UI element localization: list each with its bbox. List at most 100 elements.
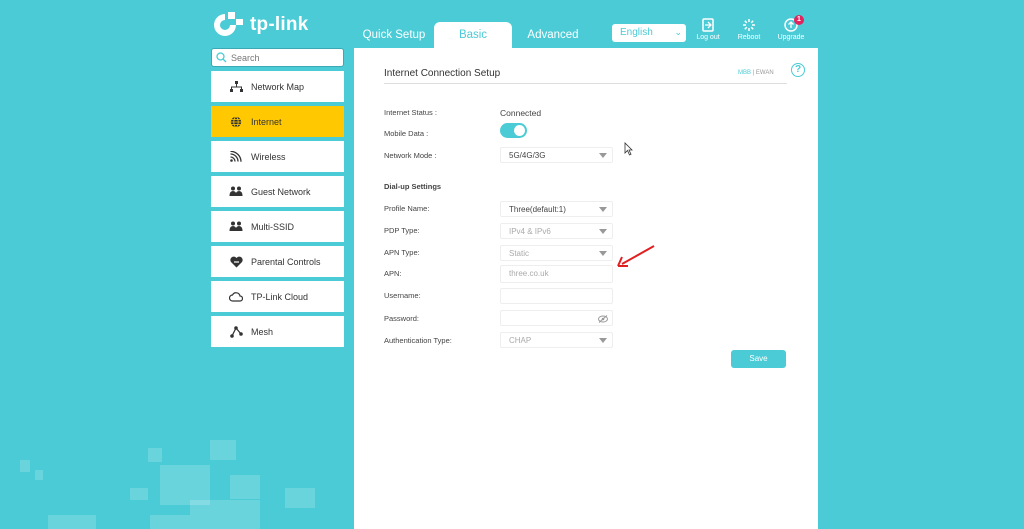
chevron-down-icon: ⌄ [674, 27, 682, 37]
sidebar-item-label: Parental Controls [251, 256, 321, 267]
language-select[interactable]: English ⌄ [612, 24, 686, 42]
sidebar: Search Network Map Internet Wireless Gue… [211, 48, 344, 347]
logout-button[interactable]: Log out [693, 18, 723, 41]
decorative-square [148, 448, 162, 462]
profile-name-value: Three(default:1) [509, 205, 566, 214]
cloud-icon [229, 290, 243, 304]
decorative-square [35, 470, 43, 480]
pdp-type-label: PDP Type: [384, 226, 420, 235]
sidebar-item-internet[interactable]: Internet [211, 106, 344, 137]
sidebar-item-guest-network[interactable]: Guest Network [211, 176, 344, 207]
eye-icon [598, 315, 608, 323]
mouse-cursor-icon [624, 142, 633, 156]
network-mode-label: Network Mode : [384, 151, 437, 160]
logo-text: tp-link [250, 14, 309, 35]
password-input[interactable] [500, 310, 613, 326]
decorative-square [20, 460, 30, 472]
mode-mbb-link[interactable]: MBB [738, 70, 751, 76]
globe-icon [229, 115, 243, 129]
dropdown-arrow-icon [599, 153, 607, 158]
dropdown-arrow-icon [599, 338, 607, 343]
tp-link-logo-icon [212, 10, 246, 40]
sidebar-item-label: TP-Link Cloud [251, 291, 309, 302]
username-input[interactable] [500, 288, 613, 304]
apn-value: three.co.uk [509, 269, 549, 278]
upgrade-button[interactable]: 1 Upgrade [776, 15, 806, 41]
network-mode-value: 5G/4G/3G [509, 151, 546, 160]
decorative-square [230, 475, 260, 499]
upgrade-label: Upgrade [777, 34, 805, 41]
search-box[interactable]: Search [211, 48, 344, 67]
password-label: Password: [384, 314, 420, 323]
tab-quick-setup[interactable]: Quick Setup [354, 22, 434, 48]
sidebar-item-mesh[interactable]: Mesh [211, 316, 344, 347]
main-panel: Internet Connection Setup MBB | EWAN ? I… [354, 48, 818, 529]
sidebar-item-label: Internet [251, 116, 282, 127]
annotation-arrow [617, 245, 655, 267]
decorative-square [150, 515, 190, 529]
dropdown-arrow-icon [599, 251, 607, 256]
decorative-square [285, 488, 315, 508]
pdp-type-value: IPv4 & IPv6 [509, 227, 551, 236]
logout-icon [702, 18, 714, 32]
search-icon [216, 52, 227, 63]
pdp-type-select[interactable]: IPv4 & IPv6 [500, 223, 613, 239]
authentication-type-value: CHAP [509, 336, 532, 345]
sidebar-item-parental-controls[interactable]: Parental Controls [211, 246, 344, 277]
tab-advanced[interactable]: Advanced [512, 22, 594, 48]
sidebar-item-label: Multi-SSID [251, 221, 295, 232]
apn-input[interactable]: three.co.uk [500, 265, 613, 283]
profile-name-label: Profile Name: [384, 204, 430, 213]
language-selected: English [620, 27, 653, 38]
parental-controls-icon [229, 255, 243, 269]
apn-type-label: APN Type: [384, 248, 420, 257]
mode-separator: | [752, 70, 755, 76]
tab-basic[interactable]: Basic [434, 22, 512, 48]
search-placeholder: Search [231, 52, 260, 63]
toggle-knob [514, 125, 525, 136]
decorative-square [130, 488, 148, 500]
sidebar-item-label: Mesh [251, 326, 274, 337]
sidebar-item-label: Network Map [251, 81, 305, 92]
sidebar-item-label: Guest Network [251, 186, 311, 197]
mobile-data-label: Mobile Data : [384, 129, 429, 138]
sidebar-item-label: Wireless [251, 151, 286, 162]
mobile-data-toggle[interactable] [500, 123, 527, 138]
save-button[interactable]: Save [731, 350, 786, 368]
apn-label: APN: [384, 269, 402, 278]
sidebar-item-network-map[interactable]: Network Map [211, 71, 344, 102]
mode-switch: MBB | EWAN [738, 70, 774, 76]
apn-type-select[interactable]: Static [500, 245, 613, 261]
sidebar-item-multi-ssid[interactable]: Multi-SSID [211, 211, 344, 242]
upgrade-badge: 1 [794, 15, 804, 25]
network-mode-select[interactable]: 5G/4G/3G [500, 147, 613, 163]
dropdown-arrow-icon [599, 229, 607, 234]
decorative-square [48, 515, 96, 529]
top-tabs: Quick Setup Basic Advanced [354, 22, 594, 48]
authentication-type-label: Authentication Type: [384, 336, 452, 345]
mesh-icon [229, 325, 243, 339]
sidebar-item-tp-link-cloud[interactable]: TP-Link Cloud [211, 281, 344, 312]
profile-name-select[interactable]: Three(default:1) [500, 201, 613, 217]
multi-ssid-icon [229, 220, 243, 234]
wifi-icon [229, 150, 243, 164]
reboot-label: Reboot [737, 34, 761, 41]
network-map-icon [229, 80, 243, 94]
title-divider [384, 83, 787, 84]
dropdown-arrow-icon [599, 207, 607, 212]
decorative-square [210, 440, 236, 460]
internet-status-value: Connected [500, 108, 542, 118]
guest-network-icon [229, 185, 243, 199]
username-label: Username: [384, 291, 421, 300]
reboot-button[interactable]: Reboot [734, 18, 764, 41]
apn-type-value: Static [509, 249, 530, 258]
reboot-icon [743, 19, 755, 31]
tp-link-logo: tp-link [212, 10, 308, 40]
sidebar-item-wireless[interactable]: Wireless [211, 141, 344, 172]
decorative-square [160, 465, 210, 505]
decorative-square [190, 500, 260, 529]
dialup-settings-heading: Dial-up Settings [384, 182, 442, 191]
authentication-type-select[interactable]: CHAP [500, 332, 613, 348]
help-icon[interactable]: ? [791, 63, 805, 77]
mode-ewan-link[interactable]: EWAN [756, 70, 774, 76]
